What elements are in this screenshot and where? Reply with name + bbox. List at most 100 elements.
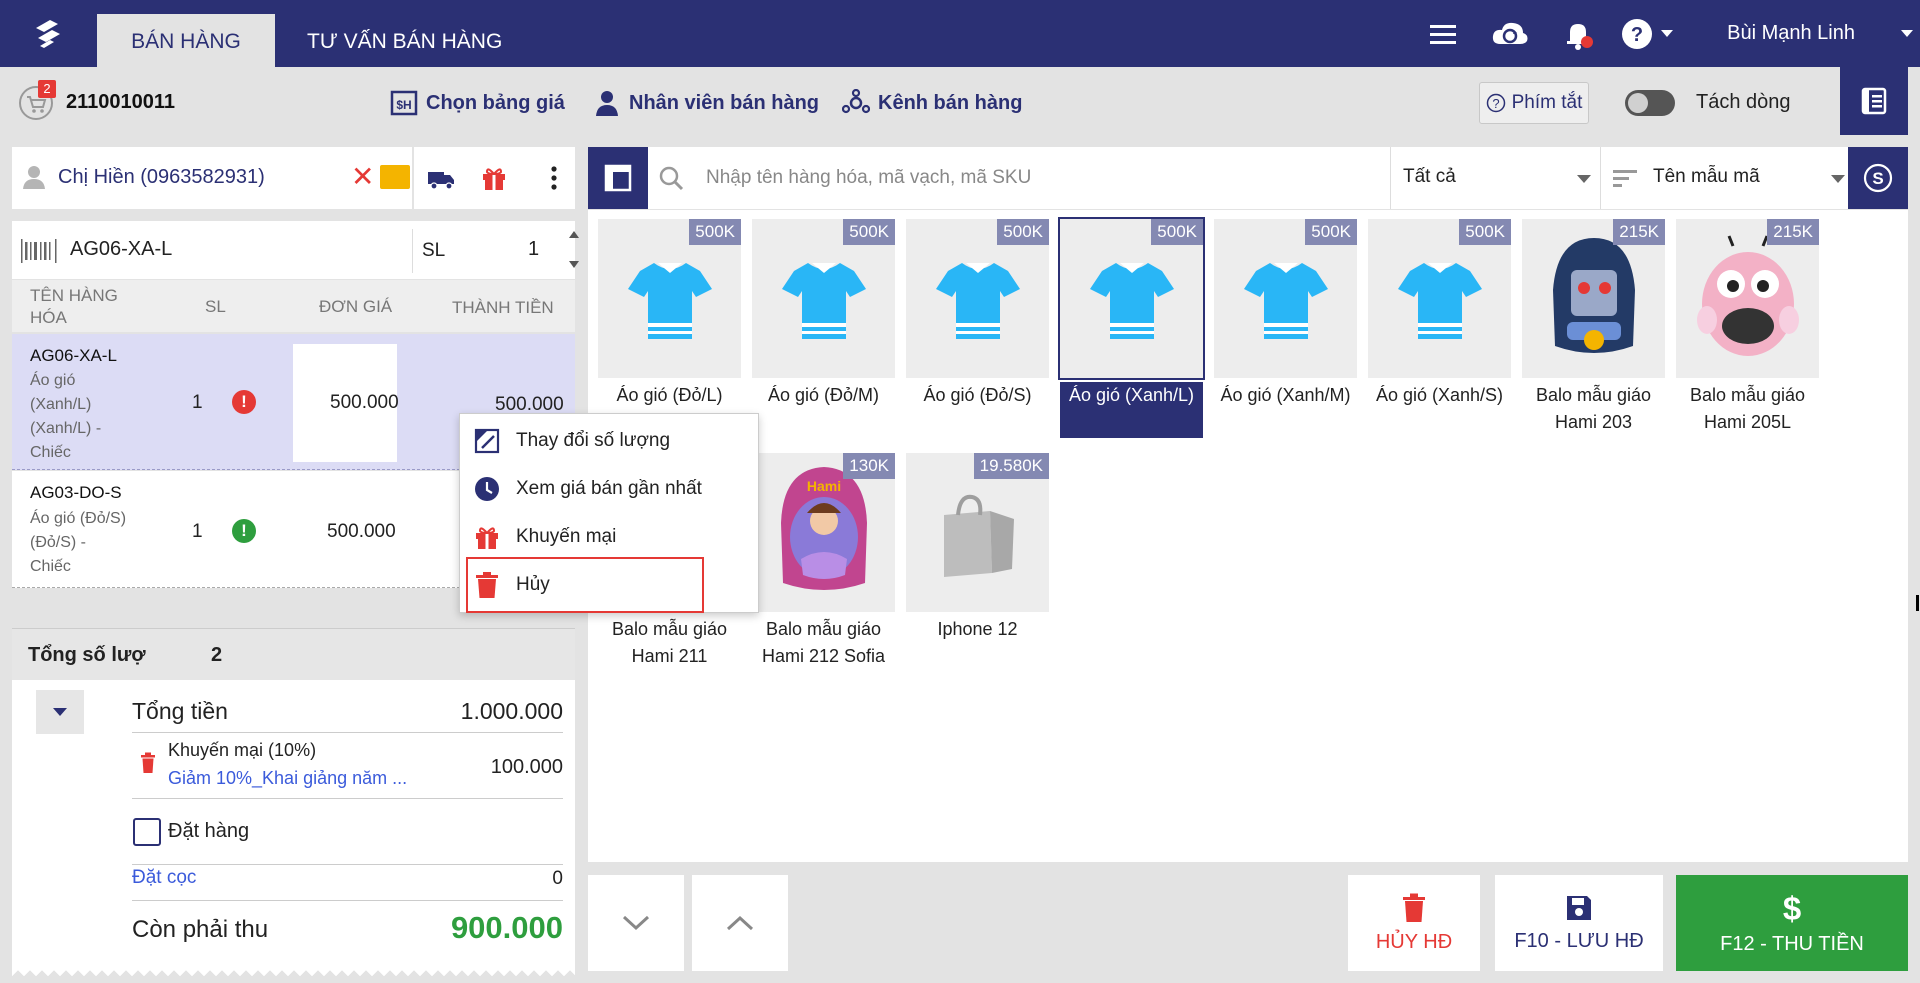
- quantity-increment-icon[interactable]: [569, 231, 579, 238]
- mouse-cursor: [1916, 595, 1919, 611]
- product-card[interactable]: 500K Áo gió (Xanh/L): [1058, 210, 1205, 438]
- side-panel-button[interactable]: [1840, 67, 1908, 135]
- amount-due-label: Còn phải thu: [132, 916, 269, 943]
- product-card[interactable]: 215K Balo mẫu giáo Hami 203: [1522, 210, 1665, 432]
- scroll-up-button[interactable]: [692, 875, 788, 971]
- product-card[interactable]: Hami 130K Balo mẫu giáo Hami 212 Sofia: [752, 444, 895, 666]
- item-unit-price[interactable]: 500.000: [327, 521, 396, 543]
- channel-icon: [842, 89, 870, 114]
- menu-icon[interactable]: [1422, 14, 1462, 54]
- save-icon: [1567, 895, 1591, 920]
- barcode-input[interactable]: AG06-XA-L: [70, 238, 172, 261]
- s-button[interactable]: S: [1848, 147, 1908, 209]
- item-unit-price: 500.000: [330, 392, 399, 413]
- collapse-summary-button[interactable]: [36, 690, 84, 734]
- shortcut-button[interactable]: ? Phím tắt: [1479, 82, 1589, 124]
- user-name[interactable]: Bùi Mạnh Linh: [1727, 22, 1855, 45]
- layout-icon: [604, 164, 632, 192]
- more-vertical-icon[interactable]: [539, 163, 569, 193]
- price-list-button[interactable]: $H Chọn bảng giá: [390, 87, 565, 119]
- staff-icon: [596, 91, 618, 116]
- price-tag: 19.580K: [973, 453, 1049, 479]
- price-list-icon: $H: [390, 90, 418, 116]
- split-line-toggle[interactable]: [1625, 90, 1675, 116]
- product-name: Áo gió (Đỏ/S): [923, 385, 1032, 405]
- deposit-value[interactable]: 0: [552, 868, 563, 890]
- price-tag: 500K: [1305, 219, 1357, 245]
- shortcut-label: Phím tắt: [1511, 92, 1583, 113]
- recent-price-menu-item[interactable]: Xem giá bán gần nhất: [460, 466, 760, 512]
- category-filter-select[interactable]: Tất cả: [1390, 147, 1600, 209]
- quantity-input[interactable]: 1: [528, 238, 539, 261]
- cancel-invoice-button[interactable]: HỦY HĐ: [1348, 875, 1480, 971]
- product-card[interactable]: 19.580K Iphone 12: [906, 444, 1049, 664]
- promo-description[interactable]: Giảm 10%_Khai giảng năm ...: [168, 768, 407, 789]
- product-card[interactable]: 500K Áo gió (Xanh/M): [1214, 210, 1357, 430]
- sales-staff-button[interactable]: Nhân viên bán hàng: [593, 87, 819, 119]
- item-code: AG06-XA-L: [30, 346, 117, 365]
- product-card[interactable]: 215K Balo mẫu giáo Hami 205L: [1676, 210, 1819, 432]
- cloud-sync-icon[interactable]: [1490, 14, 1530, 54]
- save-invoice-label: F10 - LƯU HĐ: [1514, 929, 1644, 952]
- save-invoice-button[interactable]: F10 - LƯU HĐ: [1495, 875, 1663, 971]
- invoice-number[interactable]: 2110010011: [66, 91, 175, 114]
- product-name: Balo mẫu giáo Hami 205L: [1689, 385, 1806, 432]
- bell-icon[interactable]: [1558, 14, 1598, 54]
- sales-staff-label: Nhân viên bán hàng: [629, 91, 820, 114]
- delivery-truck-icon[interactable]: [426, 163, 456, 193]
- product-name: Balo mẫu giáo Hami 212 Sofia: [761, 619, 886, 666]
- sales-channel-button[interactable]: Kênh bán hàng: [842, 87, 1022, 119]
- chevron-down-icon: [622, 915, 650, 931]
- cart-count-badge: 2: [38, 80, 56, 98]
- layout-toggle-button[interactable]: [588, 147, 648, 209]
- search-icon: [659, 166, 684, 191]
- chevron-up-icon: [726, 915, 754, 931]
- question-circle-icon: ?: [1486, 93, 1505, 113]
- help-dropdown-icon[interactable]: [1661, 30, 1673, 37]
- product-name: Áo gió (Đỏ/L): [616, 385, 723, 405]
- item-qty[interactable]: 1: [192, 392, 203, 414]
- order-checkbox[interactable]: [133, 818, 161, 846]
- remove-promo-icon[interactable]: [140, 752, 156, 774]
- help-icon[interactable]: ?: [1617, 14, 1657, 54]
- item-qty[interactable]: 1: [192, 521, 203, 543]
- total-quantity-value: 2: [211, 644, 223, 666]
- remove-customer-icon[interactable]: ✕: [351, 163, 374, 191]
- deposit-label[interactable]: Đặt cọc: [132, 867, 196, 889]
- change-quantity-menu-item[interactable]: Thay đổi số lượng: [460, 418, 760, 464]
- invoice-summary: Tổng tiền 1.000.000 Khuyến mại (10%) Giả…: [12, 680, 575, 970]
- customer-card-icon[interactable]: [380, 165, 410, 189]
- tab-ban-hang[interactable]: BÁN HÀNG: [97, 14, 275, 67]
- menu-label: Xem giá bán gần nhất: [516, 478, 702, 499]
- product-card[interactable]: 500K Áo gió (Đỏ/S): [906, 210, 1049, 430]
- stock-ok-icon[interactable]: !: [232, 519, 256, 543]
- product-search-bar: Tất cả Tên mẫu mã S: [588, 147, 1908, 209]
- user-dropdown-icon[interactable]: [1901, 30, 1913, 37]
- checkout-button[interactable]: $ F12 - THU TIỀN: [1676, 875, 1908, 971]
- svg-text:$: $: [1783, 891, 1801, 925]
- app-logo-icon[interactable]: [28, 14, 68, 54]
- sort-select[interactable]: Tên mẫu mã: [1600, 147, 1856, 209]
- product-grid: 500K Áo gió (Đỏ/L) 500K Áo gió (Đỏ/M) 500K Áo…: [588, 210, 1908, 862]
- header-total: THÀNH TIỀN: [452, 298, 554, 317]
- product-card[interactable]: 500K Áo gió (Đỏ/L): [598, 210, 741, 430]
- price-tag: 500K: [1459, 219, 1511, 245]
- item-code: AG03-DO-S: [30, 483, 122, 502]
- svg-text:?: ?: [1492, 96, 1499, 111]
- scroll-down-button[interactable]: [588, 875, 684, 971]
- item-description: Áo gió (Đỏ/S) (Đỏ/S) - Chiếc: [30, 510, 127, 575]
- stock-warning-icon[interactable]: !: [232, 390, 256, 414]
- product-card[interactable]: 500K Áo gió (Đỏ/M): [752, 210, 895, 430]
- product-search-input[interactable]: [706, 157, 1266, 199]
- menu-label: Thay đổi số lượng: [516, 430, 671, 451]
- quantity-decrement-icon[interactable]: [569, 261, 579, 268]
- header-item-name-2: HÓA: [30, 308, 67, 327]
- gift-icon[interactable]: [479, 163, 509, 193]
- unit-price-box[interactable]: 500.000: [293, 344, 399, 462]
- promotion-menu-item[interactable]: Khuyến mại: [460, 514, 760, 560]
- product-card[interactable]: 500K Áo gió (Xanh/S): [1368, 210, 1511, 430]
- customer-name[interactable]: Chị Hiền (0963582931): [58, 166, 265, 189]
- quantity-label: SL: [422, 240, 446, 261]
- price-tag: 500K: [997, 219, 1049, 245]
- tab-tu-van-ban-hang[interactable]: TƯ VẤN BÁN HÀNG: [275, 14, 520, 67]
